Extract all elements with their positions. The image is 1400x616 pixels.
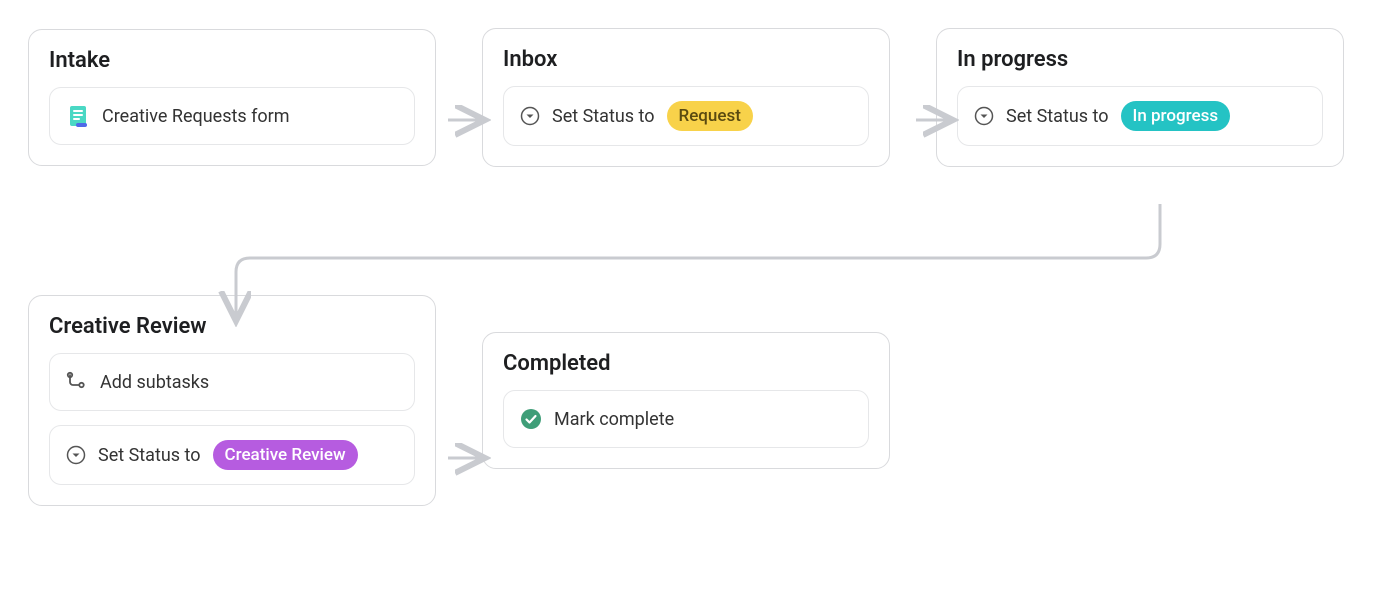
action-in-progress-set-status-prefix: Set Status to (1006, 106, 1109, 127)
stage-completed: Completed Mark complete (482, 332, 890, 469)
action-intake-form[interactable]: Creative Requests form (49, 87, 415, 145)
stage-creative-review: Creative Review Add subtasks Set Status … (28, 295, 436, 506)
stage-creative-review-title: Creative Review (49, 314, 415, 339)
action-in-progress-set-status[interactable]: Set Status to In progress (957, 86, 1323, 146)
stage-in-progress-title: In progress (957, 47, 1323, 72)
action-creative-review-set-status[interactable]: Set Status to Creative Review (49, 425, 415, 485)
stage-intake-title: Intake (49, 48, 415, 73)
action-intake-form-label: Creative Requests form (102, 106, 290, 127)
status-badge-request: Request (667, 101, 753, 131)
action-add-subtasks[interactable]: Add subtasks (49, 353, 415, 411)
stage-inbox: Inbox Set Status to Request (482, 28, 890, 167)
form-document-icon (66, 104, 90, 128)
subtask-icon (66, 371, 88, 393)
workflow-row-1: Intake Creative Requests form Inbox (28, 28, 1372, 167)
action-add-subtasks-label: Add subtasks (100, 372, 209, 393)
check-circle-icon (520, 408, 542, 430)
action-inbox-set-status[interactable]: Set Status to Request (503, 86, 869, 146)
action-creative-review-set-status-prefix: Set Status to (98, 445, 201, 466)
status-badge-creative-review: Creative Review (213, 440, 358, 470)
stage-intake: Intake Creative Requests form (28, 29, 436, 166)
status-badge-in-progress: In progress (1121, 101, 1231, 131)
dropdown-indicator-icon (974, 106, 994, 126)
stage-in-progress: In progress Set Status to In progress (936, 28, 1344, 167)
workflow-row-2: Creative Review Add subtasks Set Status … (28, 295, 1372, 506)
dropdown-indicator-icon (520, 106, 540, 126)
stage-completed-title: Completed (503, 351, 869, 376)
action-mark-complete-label: Mark complete (554, 409, 674, 430)
dropdown-indicator-icon (66, 445, 86, 465)
stage-inbox-title: Inbox (503, 47, 869, 72)
action-mark-complete[interactable]: Mark complete (503, 390, 869, 448)
action-inbox-set-status-prefix: Set Status to (552, 106, 655, 127)
